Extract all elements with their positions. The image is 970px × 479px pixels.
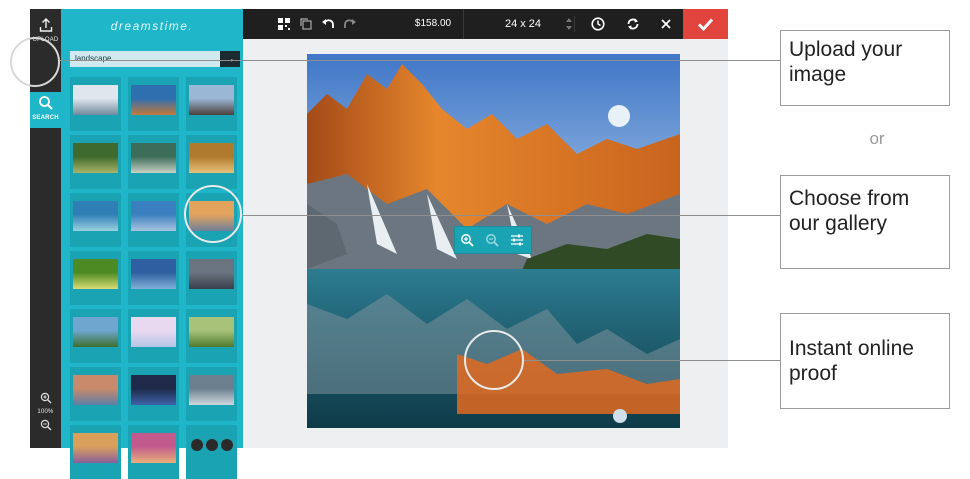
check-icon: [697, 18, 714, 32]
gallery-thumbnail: [131, 259, 176, 289]
gallery-thumbnail: [73, 85, 118, 115]
gallery-thumbnail: [189, 317, 234, 347]
gallery-more-dots[interactable]: [186, 425, 237, 479]
zoom-out-icon[interactable]: [485, 233, 499, 247]
gallery-thumbnail: [73, 375, 118, 405]
gallery-thumbnail: [131, 433, 176, 463]
confirm-button[interactable]: [683, 9, 728, 39]
adjust-icon[interactable]: [510, 233, 524, 247]
zoom-level: 100%: [37, 409, 54, 415]
gallery-item[interactable]: [70, 367, 121, 421]
gallery-item[interactable]: [186, 77, 237, 131]
gallery-item[interactable]: [70, 251, 121, 305]
gallery-highlight-ring: [184, 185, 242, 243]
zoom-in-icon[interactable]: [40, 392, 52, 404]
gallery-item[interactable]: [128, 367, 179, 421]
search-input[interactable]: landscape: [75, 54, 111, 63]
redo-icon[interactable]: [343, 17, 357, 31]
callout-upload: Upload your image: [780, 30, 950, 106]
gallery-connector-line: [242, 215, 780, 216]
callout-proof: Instant online proof: [780, 313, 950, 409]
search-submit-button[interactable]: →: [220, 51, 240, 67]
gallery-thumbnail: [189, 375, 234, 405]
upload-icon: [39, 18, 52, 32]
gallery-thumbnail: [73, 317, 118, 347]
gallery-thumbnail: [131, 201, 176, 231]
search-field[interactable]: landscape →: [70, 51, 240, 67]
gallery-item[interactable]: [128, 77, 179, 131]
size-value[interactable]: 24 x 24: [493, 9, 553, 39]
gallery-item[interactable]: [70, 309, 121, 363]
search-label: SEARCH: [32, 115, 59, 121]
close-icon[interactable]: [659, 17, 673, 31]
gallery-thumbnail: [73, 259, 118, 289]
qr-grid-icon[interactable]: [277, 17, 291, 31]
gallery-thumbnail: [189, 85, 234, 115]
search-tab[interactable]: SEARCH: [30, 92, 61, 128]
gallery-item[interactable]: [128, 193, 179, 247]
gallery-item[interactable]: [186, 309, 237, 363]
proof-highlight-ring: [464, 330, 524, 390]
brand-logo: dreamstime.: [110, 19, 194, 33]
gallery-thumbnail: [131, 317, 176, 347]
callout-gallery: Choose from our gallery: [780, 175, 950, 269]
gallery-thumbnail: [73, 143, 118, 173]
stepper-icon[interactable]: [564, 16, 575, 32]
gallery-item[interactable]: [186, 367, 237, 421]
gallery-thumbnail: [189, 259, 234, 289]
dot-icon: [191, 439, 203, 451]
undo-icon[interactable]: [321, 17, 335, 31]
gallery-thumbnail: [131, 143, 176, 173]
zoom-controls: 100%: [30, 392, 61, 431]
callout-or: or: [869, 129, 885, 148]
zoom-in-icon[interactable]: [460, 233, 474, 247]
clock-icon[interactable]: [591, 17, 605, 31]
gallery-item[interactable]: [70, 425, 121, 479]
gallery-item[interactable]: [128, 135, 179, 189]
gallery-item[interactable]: [128, 251, 179, 305]
arrow-right-icon: →: [224, 53, 236, 65]
upload-connector-line: [60, 60, 780, 61]
gallery-thumbnail: [189, 143, 234, 173]
gallery-item[interactable]: [70, 193, 121, 247]
dot-icon: [206, 439, 218, 451]
image-zoom-controls: [454, 226, 532, 254]
gallery-thumbnail: [131, 375, 176, 405]
refresh-icon[interactable]: [626, 17, 640, 31]
gallery-item[interactable]: [186, 135, 237, 189]
gallery-item[interactable]: [186, 251, 237, 305]
dot-icon: [221, 439, 233, 451]
proof-connector-line: [524, 360, 780, 361]
gallery-thumbnail: [73, 201, 118, 231]
gallery-item[interactable]: [128, 425, 179, 479]
zoom-out-icon[interactable]: [40, 419, 52, 431]
price-display: $158.00: [403, 9, 464, 39]
gallery-thumbnail: [131, 85, 176, 115]
gallery-item[interactable]: [70, 77, 121, 131]
gallery-item[interactable]: [128, 309, 179, 363]
copy-icon[interactable]: [299, 17, 313, 31]
gallery-thumbnail: [73, 433, 118, 463]
editor-toolbar: $158.00 24 x 24: [243, 9, 728, 39]
upload-highlight-ring: [10, 37, 60, 87]
gallery-item[interactable]: [70, 135, 121, 189]
search-icon: [38, 96, 53, 110]
